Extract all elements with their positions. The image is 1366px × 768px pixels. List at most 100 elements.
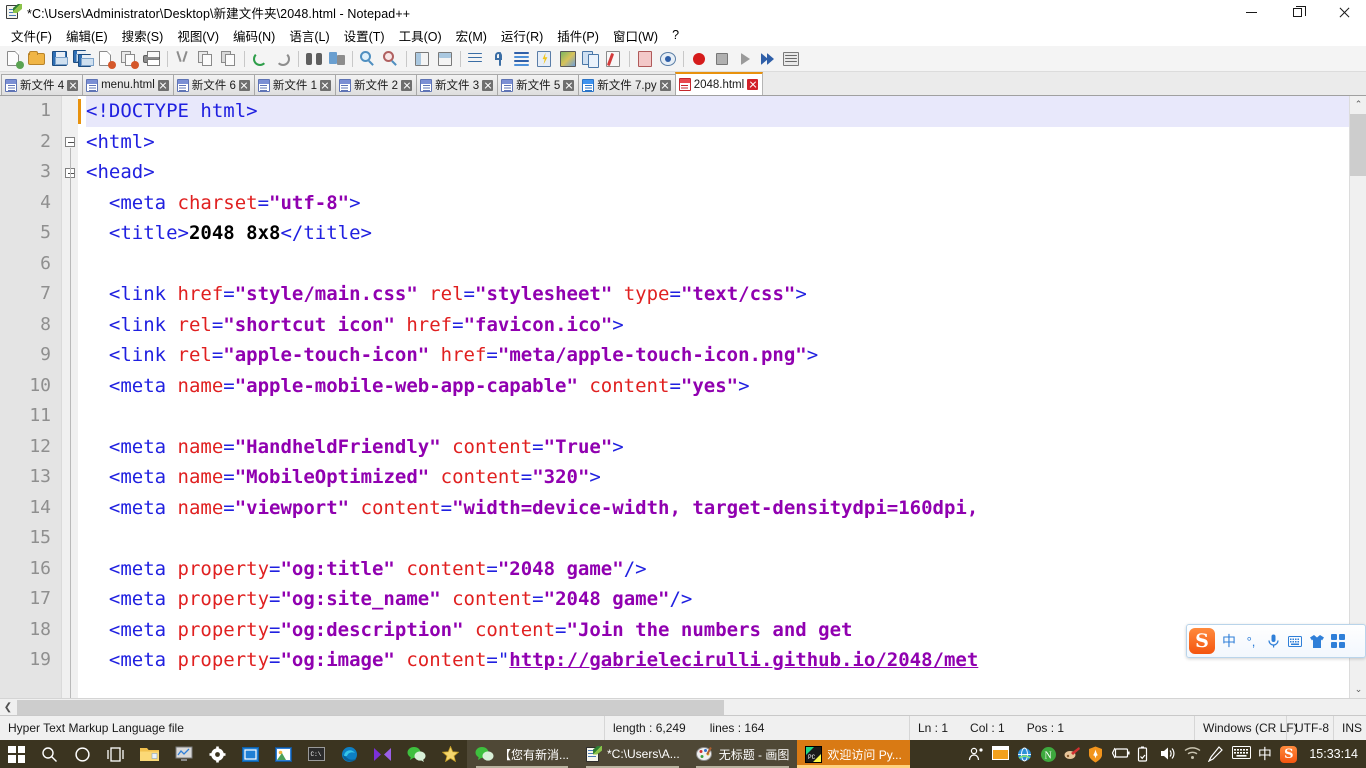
taskbar-window-notepadpp[interactable]: *C:\Users\A...	[577, 740, 688, 768]
indent-guide-icon[interactable]	[511, 48, 533, 70]
wechat-icon[interactable]	[399, 740, 434, 768]
code-line[interactable]: <meta name="HandheldFriendly" content="T…	[86, 432, 1366, 463]
monitor-icon[interactable]	[657, 48, 679, 70]
record-macro-icon[interactable]	[688, 48, 710, 70]
ime-apps-icon[interactable]	[1331, 634, 1345, 648]
sogou-tray-icon[interactable]: S	[1280, 745, 1298, 763]
menu-window[interactable]: 窗口(W)	[606, 24, 665, 47]
menu-encoding[interactable]: 编码(N)	[226, 24, 282, 47]
battery-icon[interactable]	[1112, 746, 1130, 763]
close-all-icon[interactable]	[118, 48, 140, 70]
show-map-icon[interactable]	[557, 48, 579, 70]
wifi-icon[interactable]	[1184, 746, 1201, 763]
redo-icon[interactable]	[272, 48, 294, 70]
stop-macro-icon[interactable]	[711, 48, 733, 70]
code-line[interactable]: <link href="style/main.css" rel="stylesh…	[86, 279, 1366, 310]
menu-macro[interactable]: 宏(M)	[449, 24, 494, 47]
ime-skin-icon[interactable]	[1309, 632, 1325, 650]
code-line[interactable]: <link rel="apple-touch-icon" href="meta/…	[86, 340, 1366, 371]
user-defined-lang-icon[interactable]	[534, 48, 556, 70]
clipboard-history-icon[interactable]	[634, 48, 656, 70]
replace-icon[interactable]	[326, 48, 348, 70]
shield-icon[interactable]	[1088, 746, 1105, 763]
menu-language[interactable]: 语言(L)	[282, 24, 336, 47]
code-line[interactable]: <meta charset="utf-8">	[86, 188, 1366, 219]
tab-close-icon[interactable]	[747, 79, 759, 90]
tab-close-icon[interactable]	[238, 79, 250, 91]
code-line[interactable]: <meta name="viewport" content="width=dev…	[86, 493, 1366, 524]
app-tray-icon[interactable]	[1064, 746, 1081, 763]
tab-close-icon[interactable]	[563, 79, 575, 91]
tab-close-icon[interactable]	[401, 79, 413, 91]
menu-search[interactable]: 搜索(S)	[115, 24, 171, 47]
run-macro-multiple-icon[interactable]	[757, 48, 779, 70]
cut-icon[interactable]	[172, 48, 194, 70]
open-file-icon[interactable]	[26, 48, 48, 70]
tab-xinwenjian-7-py[interactable]: 新文件 7.py	[578, 74, 676, 95]
sogou-logo-icon[interactable]: S	[1189, 628, 1215, 654]
code-line[interactable]: <meta name="MobileOptimized" content="32…	[86, 462, 1366, 493]
taskbar-window-paint[interactable]: 无标题 - 画图	[687, 740, 798, 768]
code-line[interactable]: <meta property="og:title" content="2048 …	[86, 554, 1366, 585]
tab-xinwenjian-5[interactable]: 新文件 5	[497, 74, 580, 95]
tab-close-icon[interactable]	[67, 79, 79, 91]
volume-icon[interactable]	[1160, 746, 1177, 763]
minimize-button[interactable]	[1228, 0, 1274, 24]
code-line[interactable]: <meta name="apple-mobile-web-app-capable…	[86, 371, 1366, 402]
edge-browser-icon[interactable]	[333, 740, 366, 768]
word-wrap-icon[interactable]	[465, 48, 487, 70]
new-file-icon[interactable]	[3, 48, 25, 70]
tab-xinwenjian-4[interactable]: 新文件 4	[1, 74, 84, 95]
code-line[interactable]	[86, 401, 1366, 432]
ime-mode-cn-icon[interactable]: 中	[1256, 746, 1273, 763]
monitor-app-icon[interactable]	[167, 740, 201, 768]
close-file-icon[interactable]	[95, 48, 117, 70]
find-icon[interactable]	[303, 48, 325, 70]
zoom-out-icon[interactable]	[380, 48, 402, 70]
tab-close-icon[interactable]	[157, 79, 169, 91]
taskbar-window-wechat[interactable]: 【您有新消...	[467, 740, 578, 768]
search-icon[interactable]	[33, 740, 66, 768]
tab-xinwenjian-3[interactable]: 新文件 3	[416, 74, 499, 95]
command-prompt-icon[interactable]: C:\	[300, 740, 333, 768]
code-line[interactable]	[86, 523, 1366, 554]
status-eol-format[interactable]: Windows (CR LF)	[1195, 715, 1298, 741]
tab-close-icon[interactable]	[319, 79, 331, 91]
photos-app-icon[interactable]	[267, 740, 300, 768]
tab-xinwenjian-2[interactable]: 新文件 2	[334, 74, 418, 95]
task-view-icon[interactable]	[99, 740, 132, 768]
tab-2048-html[interactable]: 2048.html	[674, 72, 764, 95]
ime-voice-input-icon[interactable]	[1265, 632, 1281, 650]
tab-close-icon[interactable]	[482, 79, 494, 91]
sogou-ime-toolbar[interactable]: S 中 °,	[1186, 624, 1366, 658]
show-all-chars-icon[interactable]	[488, 48, 510, 70]
scroll-left-icon[interactable]: ❮	[0, 699, 16, 716]
nvidia-icon[interactable]: N	[1040, 746, 1057, 763]
start-button[interactable]	[0, 740, 33, 768]
code-line[interactable]: <html>	[86, 127, 1366, 158]
sync-horizontal-icon[interactable]	[434, 48, 456, 70]
settings-gear-icon[interactable]	[201, 740, 234, 768]
menu-file[interactable]: 文件(F)	[4, 24, 59, 47]
save-all-icon[interactable]	[72, 48, 94, 70]
window-tray-icon[interactable]	[992, 745, 1010, 763]
tab-xinwenjian-6[interactable]: 新文件 6	[172, 74, 255, 95]
menu-view[interactable]: 视图(V)	[170, 24, 226, 47]
horizontal-scroll-thumb[interactable]	[17, 700, 724, 715]
menu-tools[interactable]: 工具(O)	[392, 24, 449, 47]
ime-soft-keyboard-icon[interactable]	[1287, 632, 1303, 650]
vertical-scrollbar[interactable]: ⌃ ⌄	[1349, 96, 1366, 698]
ime-punctuation-icon[interactable]: °,	[1243, 632, 1259, 650]
vertical-scroll-thumb[interactable]	[1350, 114, 1366, 176]
save-macro-icon[interactable]	[780, 48, 802, 70]
taskbar-window-pycharm[interactable]: PC 欢迎访问 Py...	[797, 740, 911, 768]
tab-xinwenjian-1[interactable]: 新文件 1	[253, 74, 336, 95]
cortana-icon[interactable]	[66, 740, 99, 768]
purple-bowtie-icon[interactable]	[366, 740, 399, 768]
close-button[interactable]	[1320, 0, 1366, 24]
code-line[interactable]: <meta property="og:image" content="http:…	[86, 645, 1366, 676]
code-line[interactable]: <!DOCTYPE html>	[86, 96, 1366, 127]
scroll-up-icon[interactable]: ⌃	[1350, 96, 1366, 113]
usb-eject-icon[interactable]	[1136, 746, 1153, 763]
touch-keyboard-icon[interactable]	[1232, 745, 1252, 763]
